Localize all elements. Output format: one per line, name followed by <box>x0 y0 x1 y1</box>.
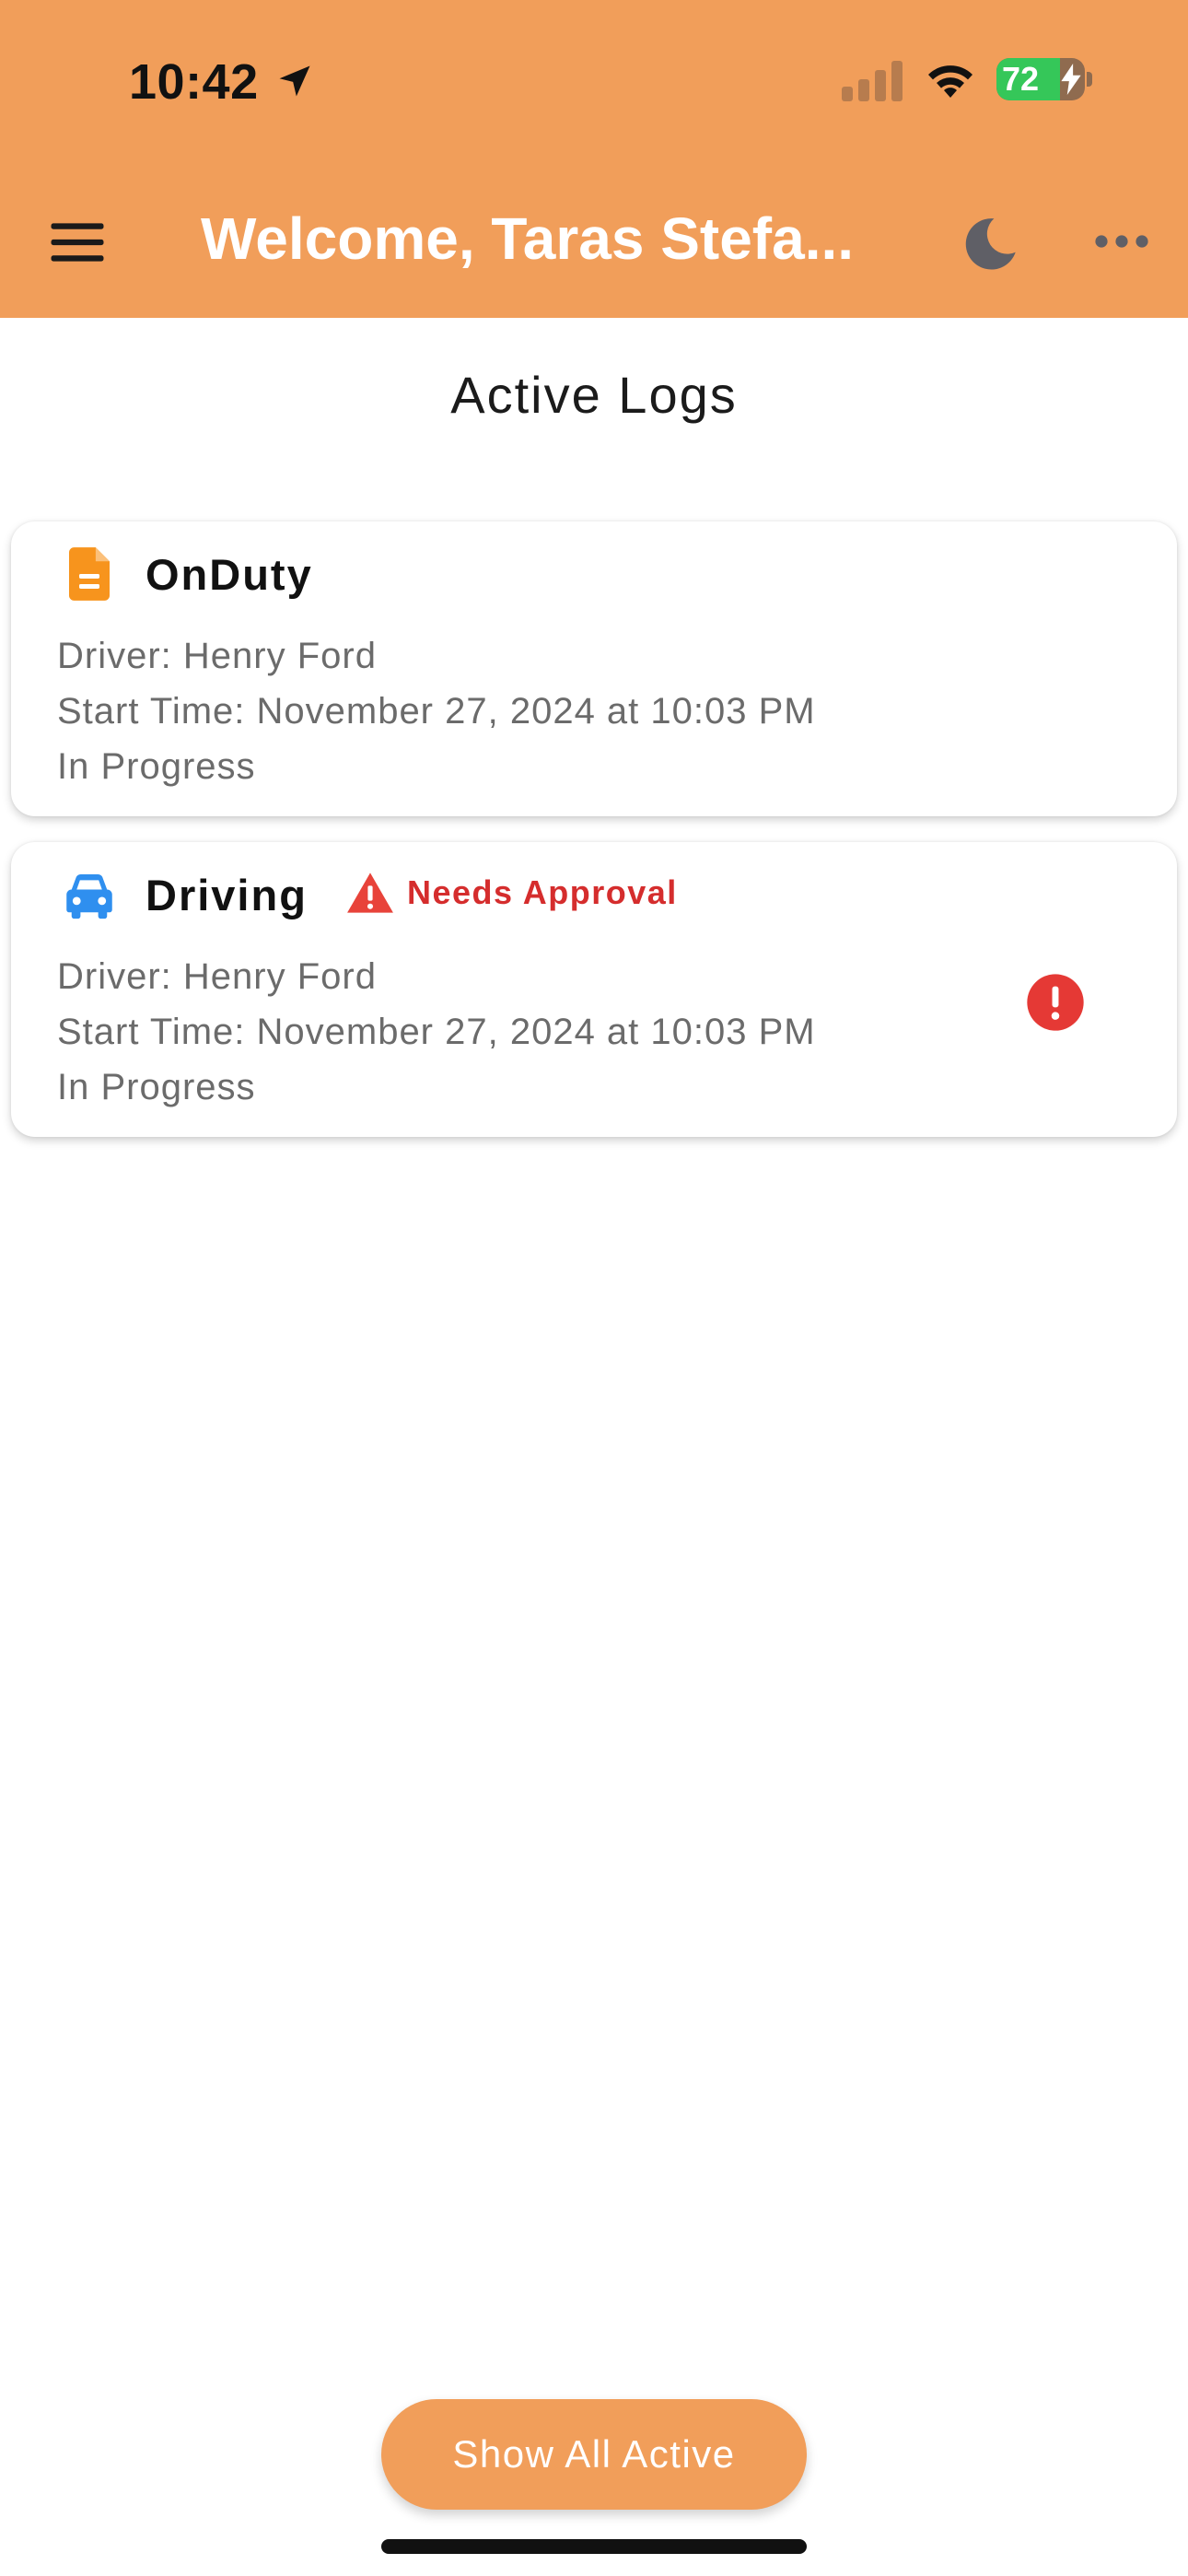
cellular-signal-icon <box>842 61 903 101</box>
log-card-onduty[interactable]: OnDuty Driver: Henry Ford Start Time: No… <box>11 521 1177 816</box>
page-title: Active Logs <box>450 366 738 424</box>
document-icon <box>69 547 110 601</box>
location-arrow-icon <box>279 65 310 97</box>
home-indicator <box>381 2539 807 2554</box>
warning-triangle-icon <box>347 872 393 913</box>
status-time: 10:42 <box>129 54 259 110</box>
needs-approval-label: Needs Approval <box>407 873 678 911</box>
wifi-icon <box>928 65 973 98</box>
battery-level: 72 <box>1002 60 1040 98</box>
exclamation-circle-icon[interactable] <box>1026 973 1085 1032</box>
battery-charging-icon <box>1061 64 1081 95</box>
header-title: Welcome, Taras Stefa... <box>201 205 855 272</box>
hamburger-menu-icon[interactable] <box>42 207 112 277</box>
log-start-time: Start Time: November 27, 2024 at 10:03 P… <box>57 1012 816 1052</box>
show-all-active-button[interactable]: Show All Active <box>381 2399 807 2510</box>
needs-approval-badge: Needs Approval <box>346 870 678 916</box>
log-type: Driving <box>146 871 308 919</box>
log-card-driving[interactable]: Driving Needs Approval Driver: Henry For… <box>11 842 1177 1137</box>
moon-icon[interactable] <box>958 212 1022 276</box>
app-header: 10:42 72 Welcome, Taras Stefa... <box>0 0 1188 318</box>
log-type: OnDuty <box>146 550 313 599</box>
ellipsis-icon[interactable] <box>1094 225 1149 258</box>
battery-indicator: 72 <box>996 58 1085 100</box>
log-start-time: Start Time: November 27, 2024 at 10:03 P… <box>57 691 816 732</box>
car-icon <box>66 873 112 919</box>
battery-cap <box>1087 72 1092 87</box>
log-driver: Driver: Henry Ford <box>57 636 377 676</box>
log-status: In Progress <box>57 746 256 787</box>
log-driver: Driver: Henry Ford <box>57 956 377 997</box>
log-status: In Progress <box>57 1067 256 1107</box>
